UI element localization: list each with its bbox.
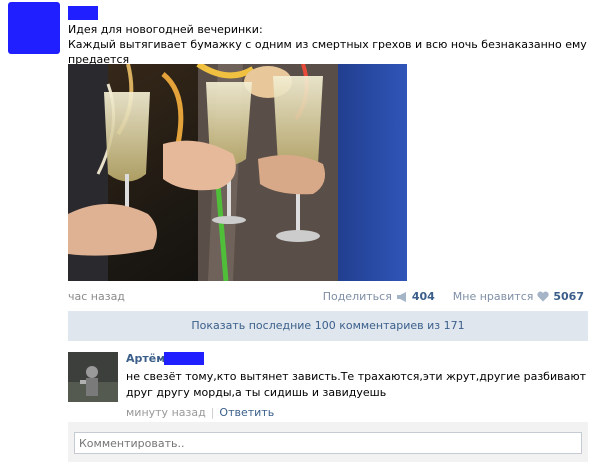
comment-avatar[interactable] xyxy=(68,352,118,402)
comment-author-redacted xyxy=(164,352,204,365)
like-label: Мне нравится xyxy=(452,290,534,303)
post-photo[interactable] xyxy=(68,64,407,281)
avatar-image xyxy=(68,352,118,402)
comment-input[interactable] xyxy=(74,432,582,454)
post-actions: Поделиться 404 Мне нравится 5067 xyxy=(305,290,584,303)
meta-separator: | xyxy=(210,406,215,419)
share-label: Поделиться xyxy=(322,290,392,303)
megaphone-icon xyxy=(396,291,406,302)
show-comments-button[interactable]: Показать последние 100 комментариев из 1… xyxy=(68,311,588,341)
comment-form xyxy=(68,422,588,462)
post-text-line-1: Идея для новогодней вечеринки: xyxy=(68,23,263,36)
comment-meta: минуту назад | Ответить xyxy=(126,406,274,419)
comment-author[interactable]: Артём xyxy=(126,352,165,365)
author-avatar-redacted[interactable] xyxy=(8,2,60,54)
post-text: Идея для новогодней вечеринки: Каждый вы… xyxy=(68,22,588,67)
reply-button[interactable]: Ответить xyxy=(219,406,274,419)
like-button[interactable]: Мне нравится 5067 xyxy=(453,290,584,303)
share-count: 404 xyxy=(411,290,435,303)
comment-time[interactable]: минуту назад xyxy=(126,406,206,419)
post-meta: час назад Поделиться 404 Мне нравится 50… xyxy=(68,290,588,304)
like-count: 5067 xyxy=(553,290,584,303)
share-button[interactable]: Поделиться 404 xyxy=(323,290,435,303)
comment-text: не свезёт тому,кто вытянет зависть.Те тр… xyxy=(126,370,586,399)
post-text-line-2: Каждый вытягивает бумажку с одним из сме… xyxy=(68,38,587,66)
champagne-toast-image xyxy=(68,64,407,281)
post-time[interactable]: час назад xyxy=(68,290,125,303)
author-name-redacted[interactable] xyxy=(68,6,98,20)
heart-icon xyxy=(537,291,550,302)
